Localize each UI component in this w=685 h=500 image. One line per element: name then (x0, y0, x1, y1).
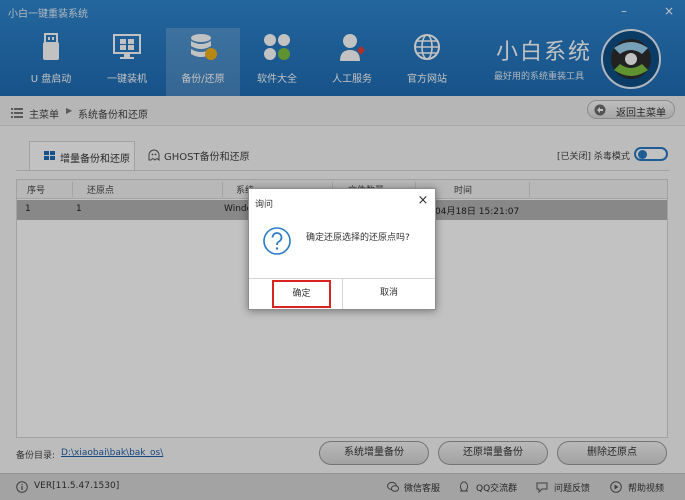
confirm-dialog: 询问 × 确定还原选择的还原点吗? 确定 取消 (248, 188, 436, 310)
dialog-message: 确定还原选择的还原点吗? (306, 233, 410, 243)
dialog-button-divider (342, 278, 343, 309)
question-icon (263, 227, 291, 255)
confirm-ok-button[interactable]: 确定 (272, 280, 331, 308)
dialog-close-icon[interactable]: × (416, 194, 430, 208)
cancel-button[interactable]: 取消 (344, 280, 434, 308)
dialog-title: 询问 (255, 200, 274, 210)
